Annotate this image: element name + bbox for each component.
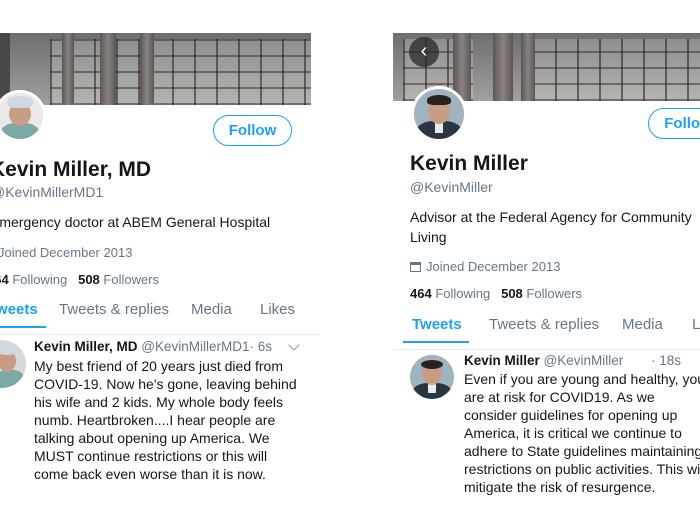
back-arrow-icon[interactable]: ‹ [409,37,439,67]
profile-handle: @KevinMiller [410,179,493,195]
following-label: Following [435,286,491,301]
tweet-avatar[interactable] [410,355,454,399]
following-label: Following [12,272,68,287]
building-facade [150,39,311,105]
followers-link[interactable]: 508 Followers [501,286,582,301]
building-column [100,33,116,105]
follow-button[interactable]: Follow [648,108,700,139]
tweet-author-name[interactable]: Kevin Miller [464,353,540,368]
tweet-author-name[interactable]: Kevin Miller, MD [34,339,138,354]
following-count: 464 [0,272,9,287]
building-column [62,33,74,105]
profile-bio: Advisor at the Federal Agency for Commun… [410,209,692,245]
active-tab-indicator [0,326,46,328]
followers-count: 508 [78,272,100,287]
building-column [521,33,535,101]
tweet-time[interactable]: · 6s [250,339,273,354]
profile-tabs: Tweets Tweets & replies Media Likes [393,315,700,350]
followers-label: Followers [103,272,160,287]
profile-bio: Emergency doctor at ABEM General Hospita… [0,214,271,230]
follow-counts: 464 Following 508 Followers [0,272,159,287]
following-link[interactable]: 464 Following [0,272,67,287]
following-link[interactable]: 464 Following [410,286,490,301]
follow-button[interactable]: Follow [213,115,292,146]
followers-label: Followers [526,286,583,301]
tweet-header: Kevin Miller, MD @KevinMillerMD1· 6s [34,339,272,354]
joined-label: Joined December 2013 [426,259,561,274]
joined-label: Joined December 2013 [0,245,133,260]
left-profile-panel: Follow Kevin Miller, MD @KevinMillerMD1 … [0,0,320,525]
building-column [493,33,513,101]
calendar-icon [410,262,421,272]
profile-name: Kevin Miller, MD [0,158,152,181]
profile-tabs: Tweets Tweets & replies Media Likes [0,300,320,335]
follow-counts: 464 Following 508 Followers [410,286,582,301]
tab-tweets-replies[interactable]: Tweets & replies [489,316,599,333]
tweet-time[interactable]: · 18s [651,353,681,368]
chevron-down-icon[interactable] [288,339,300,351]
tweet-text: My best friend of 20 years just died fro… [34,358,297,482]
followers-count: 508 [501,286,523,301]
building-column [140,33,154,105]
joined-date: Joined December 2013 [410,259,560,274]
profile-name: Kevin Miller [410,152,528,175]
tab-tweets-replies[interactable]: Tweets & replies [59,301,169,318]
profile-handle: @KevinMillerMD1 [0,184,104,200]
active-tab-indicator [403,341,469,343]
profile-avatar[interactable] [411,86,467,142]
tab-media[interactable]: Media [622,316,663,333]
tab-likes[interactable]: Likes [692,316,700,333]
tab-tweets[interactable]: Tweets [412,316,462,333]
tweet-author-handle[interactable]: @KevinMiller [544,353,624,368]
tweet-header: Kevin Miller @KevinMiller · 18s [464,353,681,368]
profile-banner [0,33,311,105]
profile-avatar[interactable] [0,90,46,142]
following-count: 464 [410,286,432,301]
tab-media[interactable]: Media [191,301,232,318]
tweet-author-handle[interactable]: @KevinMillerMD1 [141,339,249,354]
followers-link[interactable]: 508 Followers [78,272,159,287]
tab-tweets[interactable]: Tweets [0,301,38,318]
building-facade [533,39,700,101]
tweet-avatar[interactable] [0,340,26,388]
joined-date: Joined December 2013 [0,245,132,260]
tweet-text: Even if you are young and healthy, you a… [464,371,700,495]
right-profile-panel: ‹ Follow Kevin Miller @KevinMiller Advis… [393,0,700,525]
tab-likes[interactable]: Likes [260,301,295,318]
